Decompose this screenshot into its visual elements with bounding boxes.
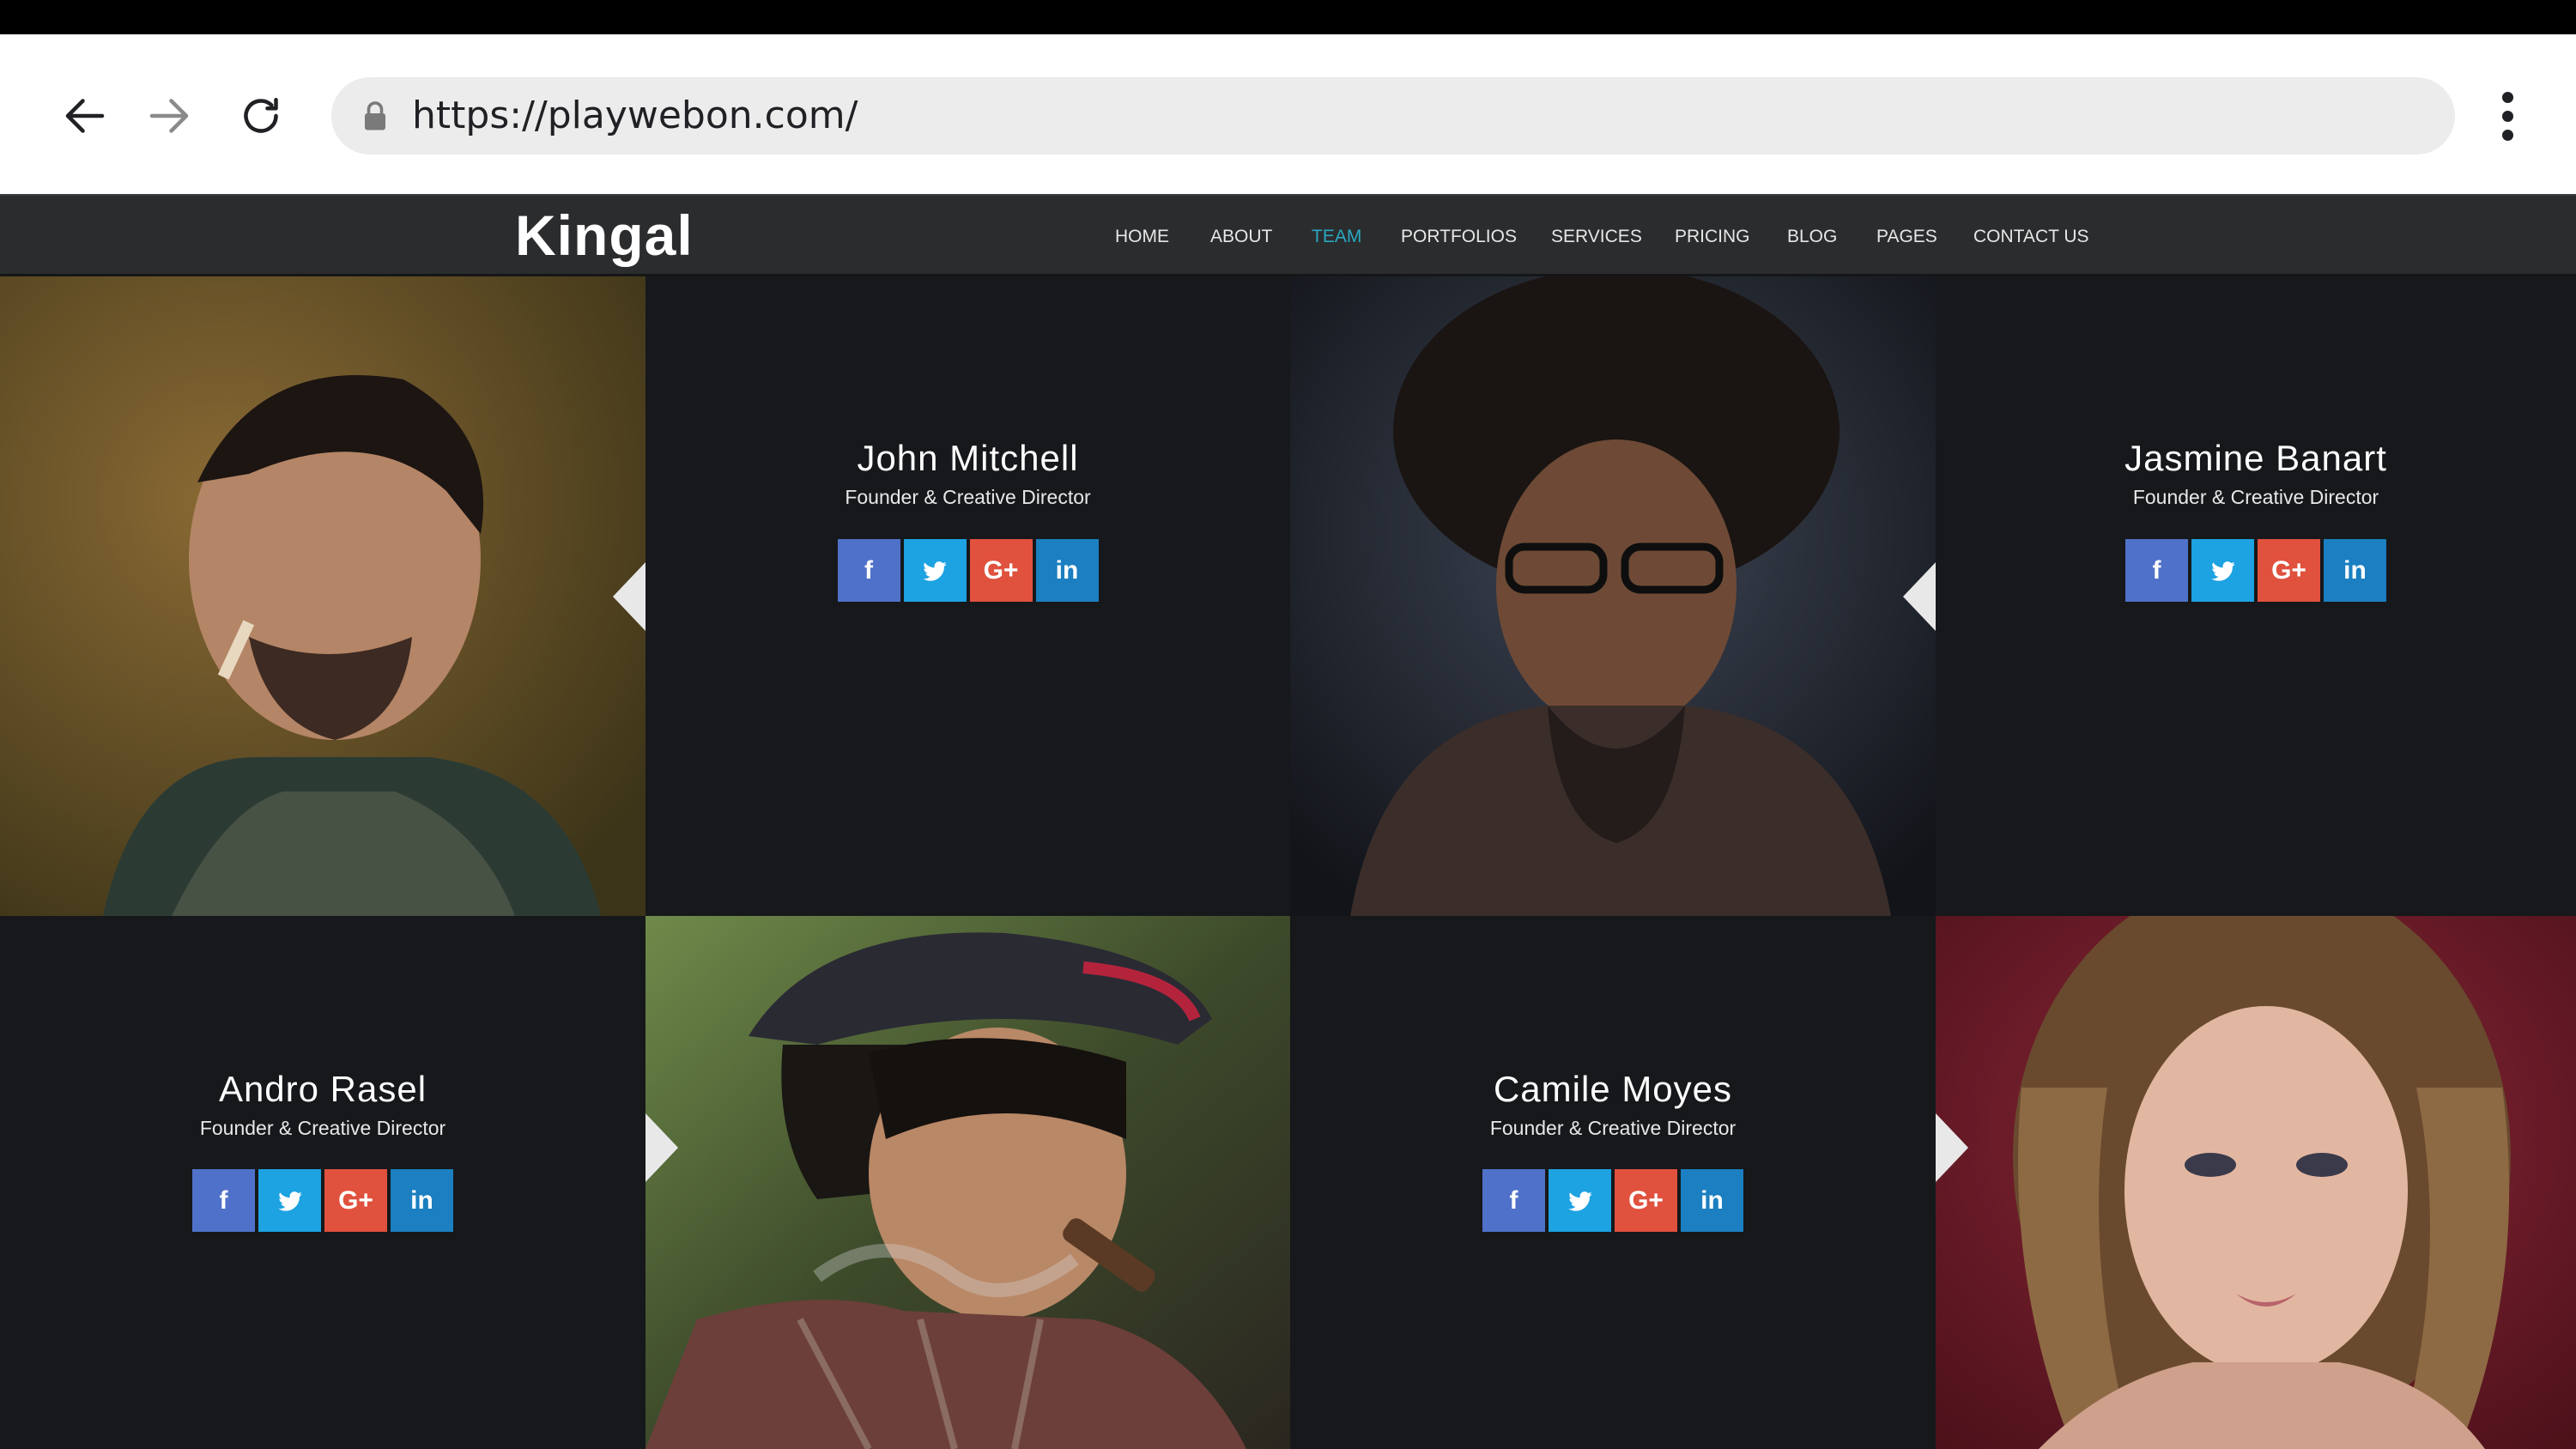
social-links: f G+ in xyxy=(1936,539,2576,602)
nav-portfolios[interactable]: PORTFOLIOS xyxy=(1401,196,1517,278)
facebook-icon[interactable]: f xyxy=(2125,539,2188,602)
browser-toolbar: https://playwebon.com/ xyxy=(0,34,2576,194)
main-nav: HOME ABOUT TEAM PORTFOLIOS SERVICES PRIC… xyxy=(0,196,2576,278)
team-grid: John Mitchell Founder & Creative Directo… xyxy=(0,276,2576,1449)
social-links: f G+ in xyxy=(646,539,1290,602)
member-photo xyxy=(0,276,646,916)
twitter-icon[interactable] xyxy=(258,1169,321,1232)
site-header: Kingal HOME ABOUT TEAM PORTFOLIOS SERVIC… xyxy=(0,194,2576,276)
facebook-icon[interactable]: f xyxy=(192,1169,255,1232)
member-name: Andro Rasel xyxy=(218,1069,427,1109)
url-text: https://playwebon.com/ xyxy=(412,94,858,137)
nav-team[interactable]: TEAM xyxy=(1312,196,1361,278)
card-pointer xyxy=(646,1113,678,1182)
social-links: f G+ in xyxy=(1290,1169,1936,1232)
back-arrow-icon[interactable] xyxy=(55,86,115,146)
linkedin-icon[interactable]: in xyxy=(1681,1169,1743,1232)
member-role: Founder & Creative Director xyxy=(845,486,1091,508)
nav-about[interactable]: ABOUT xyxy=(1210,196,1272,278)
facebook-icon[interactable]: f xyxy=(837,539,900,602)
member-name: Jasmine Banart xyxy=(2124,438,2387,478)
member-card: Jasmine Banart Founder & Creative Direct… xyxy=(1936,276,2576,916)
member-name: Camile Moyes xyxy=(1493,1069,1733,1109)
forward-arrow-icon[interactable] xyxy=(139,86,199,146)
more-vert-icon[interactable] xyxy=(2486,86,2529,146)
member-card: Camile Moyes Founder & Creative Director… xyxy=(1290,916,1936,1449)
facebook-icon[interactable]: f xyxy=(1482,1169,1545,1232)
twitter-icon[interactable] xyxy=(2191,539,2254,602)
google-plus-icon[interactable]: G+ xyxy=(969,539,1033,602)
status-bar xyxy=(0,0,2576,34)
nav-blog[interactable]: BLOG xyxy=(1787,196,1837,278)
card-pointer xyxy=(613,562,646,631)
google-plus-icon[interactable]: G+ xyxy=(1615,1169,1677,1232)
member-role: Founder & Creative Director xyxy=(2132,486,2379,508)
social-links: f G+ in xyxy=(0,1169,646,1232)
address-bar[interactable]: https://playwebon.com/ xyxy=(331,77,2455,155)
member-photo xyxy=(1936,916,2576,1449)
card-pointer xyxy=(1936,1113,1968,1182)
member-name: John Mitchell xyxy=(857,438,1079,478)
card-pointer xyxy=(1903,562,1936,631)
google-plus-icon[interactable]: G+ xyxy=(324,1169,387,1232)
lock-icon xyxy=(365,101,385,130)
linkedin-icon[interactable]: in xyxy=(391,1169,453,1232)
google-plus-icon[interactable]: G+ xyxy=(2258,539,2320,602)
reload-icon[interactable] xyxy=(231,86,291,146)
linkedin-icon[interactable]: in xyxy=(2324,539,2386,602)
nav-services[interactable]: SERVICES xyxy=(1551,196,1642,278)
member-photo xyxy=(1290,276,1936,916)
nav-contact-us[interactable]: CONTACT US xyxy=(1973,196,2089,278)
nav-home[interactable]: HOME xyxy=(1115,196,1169,278)
linkedin-icon[interactable]: in xyxy=(1035,539,1099,602)
member-role: Founder & Creative Director xyxy=(199,1117,446,1139)
twitter-icon[interactable] xyxy=(1549,1169,1611,1232)
member-role: Founder & Creative Director xyxy=(1489,1117,1737,1139)
nav-pricing[interactable]: PRICING xyxy=(1675,196,1750,278)
member-card: John Mitchell Founder & Creative Directo… xyxy=(646,276,1290,916)
member-card: Andro Rasel Founder & Creative Director … xyxy=(0,916,646,1449)
nav-pages[interactable]: PAGES xyxy=(1876,196,1937,278)
twitter-icon[interactable] xyxy=(903,539,967,602)
member-photo xyxy=(646,916,1290,1449)
